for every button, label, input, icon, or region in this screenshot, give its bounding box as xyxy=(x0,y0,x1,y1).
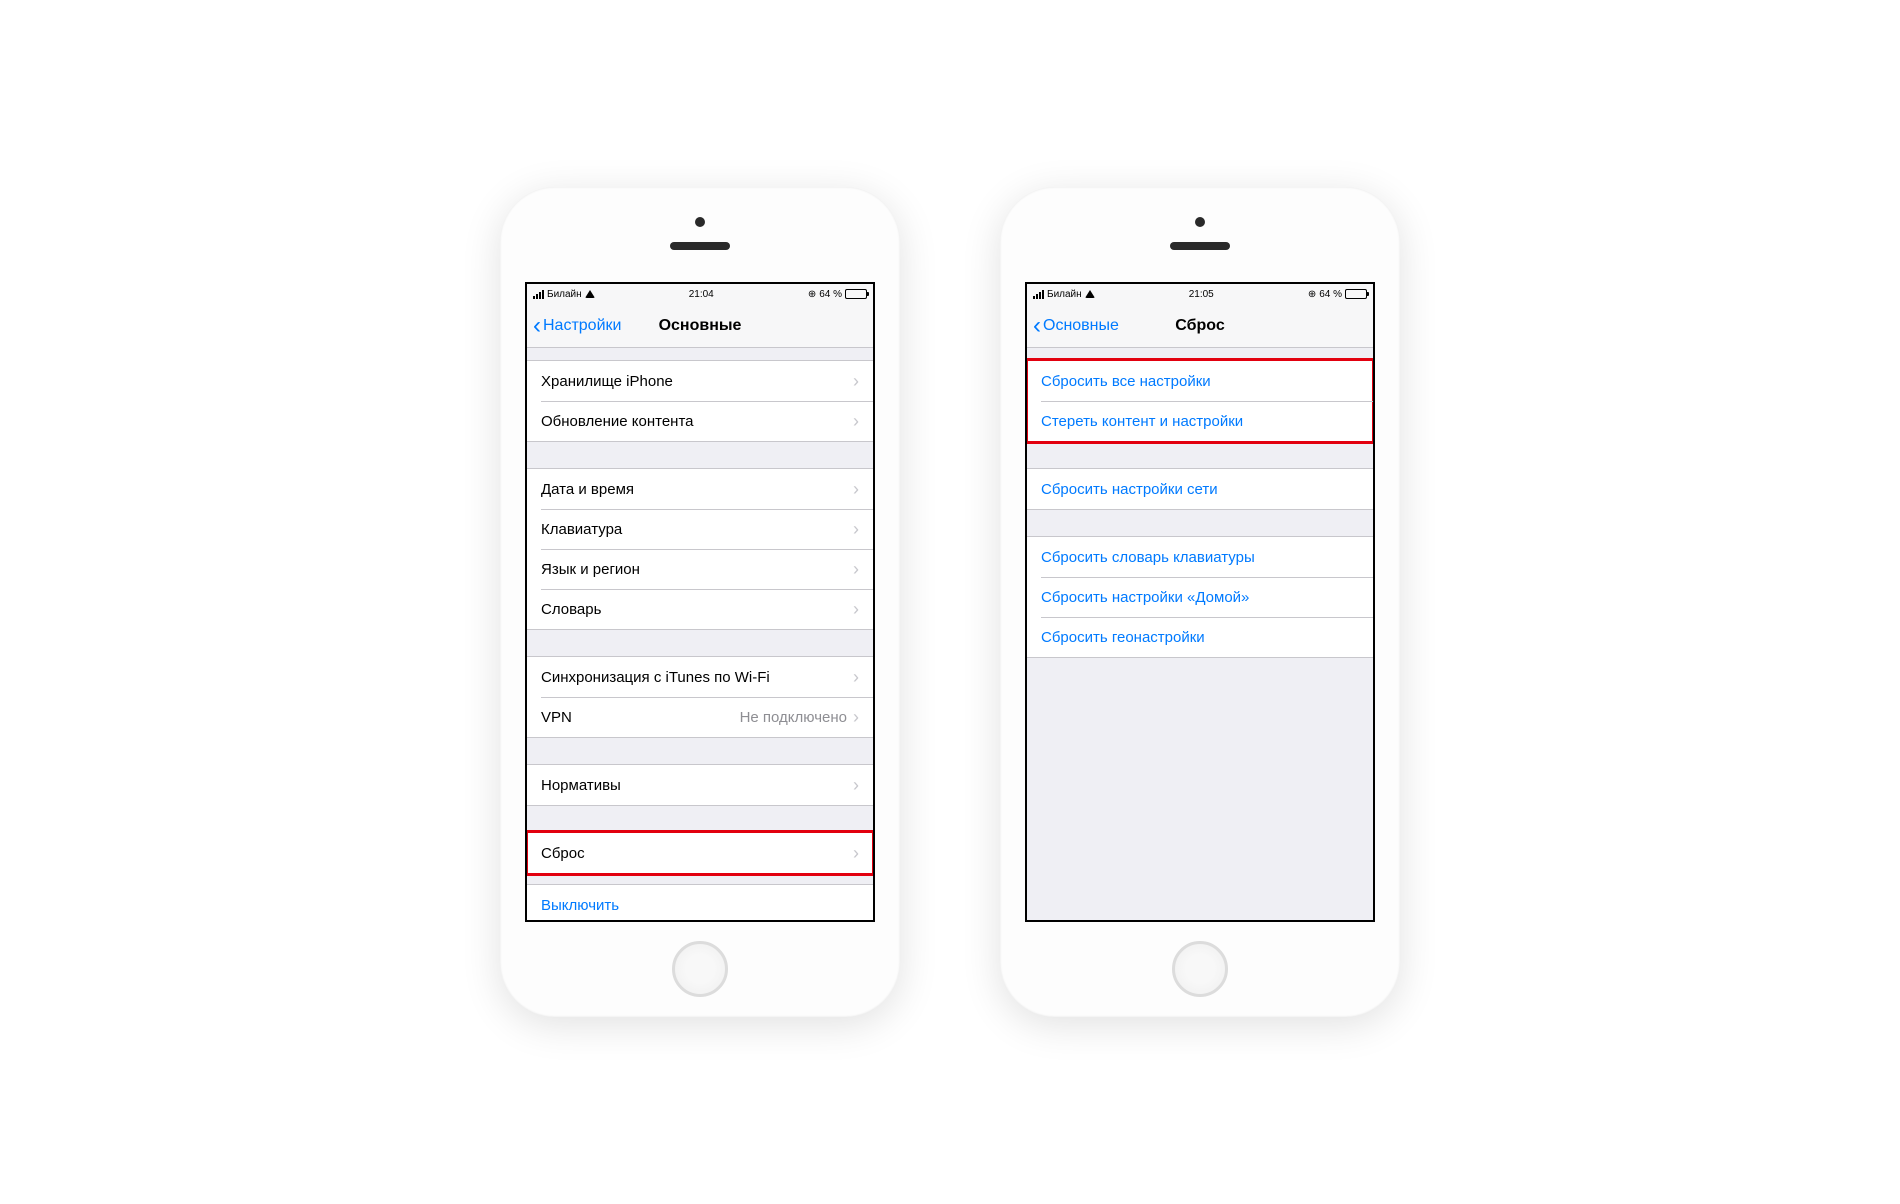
speaker-slot xyxy=(1170,242,1230,250)
row-erase-content-settings[interactable]: Стереть контент и настройки xyxy=(1027,401,1373,441)
status-bar: Билайн 21:04 ⊕ 64 % xyxy=(527,284,873,304)
settings-group-reset: Сброс › xyxy=(527,832,873,874)
row-reset-all-settings[interactable]: Сбросить все настройки xyxy=(1027,361,1373,401)
row-reset-home-layout[interactable]: Сбросить настройки «Домой» xyxy=(1027,577,1373,617)
camera-dot xyxy=(1195,217,1205,227)
reset-group: Сбросить словарь клавиатуры Сбросить нас… xyxy=(1027,536,1373,658)
status-time: 21:05 xyxy=(1189,289,1214,300)
row-dictionary[interactable]: Словарь › xyxy=(527,589,873,629)
nav-bar: ‹ Основные Сброс xyxy=(1027,304,1373,348)
settings-group: Дата и время › Клавиатура › Язык и регио… xyxy=(527,468,873,630)
settings-content-right: Сбросить все настройки Стереть контент и… xyxy=(1027,348,1373,920)
orientation-lock-icon: ⊕ xyxy=(808,289,816,300)
home-button[interactable] xyxy=(672,941,728,997)
row-date-time[interactable]: Дата и время › xyxy=(527,469,873,509)
screen-right: Билайн 21:05 ⊕ 64 % ‹ Основные Сброс Сбр… xyxy=(1025,282,1375,922)
row-regulatory[interactable]: Нормативы › xyxy=(527,765,873,805)
nav-back-button[interactable]: ‹ Основные xyxy=(1027,314,1119,338)
nav-back-button[interactable]: ‹ Настройки xyxy=(527,314,621,338)
row-reset[interactable]: Сброс › xyxy=(527,833,873,873)
settings-content-left: Хранилище iPhone › Обновление контента ›… xyxy=(527,348,873,920)
chevron-right-icon: › xyxy=(853,480,859,498)
camera-dot xyxy=(695,217,705,227)
settings-group: Выключить xyxy=(527,884,873,920)
row-itunes-wifi-sync[interactable]: Синхронизация с iTunes по Wi-Fi › xyxy=(527,657,873,697)
phone-frame-right: Билайн 21:05 ⊕ 64 % ‹ Основные Сброс Сбр… xyxy=(1000,187,1400,1017)
home-button[interactable] xyxy=(1172,941,1228,997)
chevron-left-icon: ‹ xyxy=(533,314,541,338)
reset-group-highlighted: Сбросить все настройки Стереть контент и… xyxy=(1027,360,1373,442)
status-right: ⊕ 64 % xyxy=(1308,289,1367,300)
chevron-right-icon: › xyxy=(853,844,859,862)
status-left: Билайн xyxy=(533,289,595,300)
chevron-right-icon: › xyxy=(853,600,859,618)
nav-title: Основные xyxy=(659,317,742,335)
nav-bar: ‹ Настройки Основные xyxy=(527,304,873,348)
battery-icon xyxy=(1345,289,1367,299)
reset-group: Сбросить настройки сети xyxy=(1027,468,1373,510)
chevron-right-icon: › xyxy=(853,412,859,430)
signal-icon xyxy=(1033,290,1044,299)
battery-percent: 64 % xyxy=(819,289,842,300)
orientation-lock-icon: ⊕ xyxy=(1308,289,1316,300)
chevron-left-icon: ‹ xyxy=(1033,314,1041,338)
nav-back-label: Основные xyxy=(1043,317,1119,335)
wifi-icon xyxy=(585,290,595,298)
nav-title: Сброс xyxy=(1175,317,1224,335)
row-reset-network[interactable]: Сбросить настройки сети xyxy=(1027,469,1373,509)
status-left: Билайн xyxy=(1033,289,1095,300)
wifi-icon xyxy=(1085,290,1095,298)
row-background-refresh[interactable]: Обновление контента › xyxy=(527,401,873,441)
row-keyboard[interactable]: Клавиатура › xyxy=(527,509,873,549)
carrier-label: Билайн xyxy=(1047,289,1082,300)
row-vpn[interactable]: VPN Не подключено › xyxy=(527,697,873,737)
chevron-right-icon: › xyxy=(853,520,859,538)
settings-group: Нормативы › xyxy=(527,764,873,806)
phone-frame-left: Билайн 21:04 ⊕ 64 % ‹ Настройки Основные… xyxy=(500,187,900,1017)
battery-icon xyxy=(845,289,867,299)
screen-left: Билайн 21:04 ⊕ 64 % ‹ Настройки Основные… xyxy=(525,282,875,922)
row-language-region[interactable]: Язык и регион › xyxy=(527,549,873,589)
chevron-right-icon: › xyxy=(853,668,859,686)
row-reset-location[interactable]: Сбросить геонастройки xyxy=(1027,617,1373,657)
signal-icon xyxy=(533,290,544,299)
status-bar: Билайн 21:05 ⊕ 64 % xyxy=(1027,284,1373,304)
settings-group: Хранилище iPhone › Обновление контента › xyxy=(527,360,873,442)
chevron-right-icon: › xyxy=(853,708,859,726)
settings-group: Синхронизация с iTunes по Wi-Fi › VPN Не… xyxy=(527,656,873,738)
status-right: ⊕ 64 % xyxy=(808,289,867,300)
row-reset-keyboard-dictionary[interactable]: Сбросить словарь клавиатуры xyxy=(1027,537,1373,577)
chevron-right-icon: › xyxy=(853,372,859,390)
status-time: 21:04 xyxy=(689,289,714,300)
nav-back-label: Настройки xyxy=(543,317,621,335)
chevron-right-icon: › xyxy=(853,776,859,794)
row-shutdown[interactable]: Выключить xyxy=(527,885,873,920)
chevron-right-icon: › xyxy=(853,560,859,578)
row-iphone-storage[interactable]: Хранилище iPhone › xyxy=(527,361,873,401)
row-vpn-detail: Не подключено xyxy=(740,709,847,726)
speaker-slot xyxy=(670,242,730,250)
battery-percent: 64 % xyxy=(1319,289,1342,300)
carrier-label: Билайн xyxy=(547,289,582,300)
